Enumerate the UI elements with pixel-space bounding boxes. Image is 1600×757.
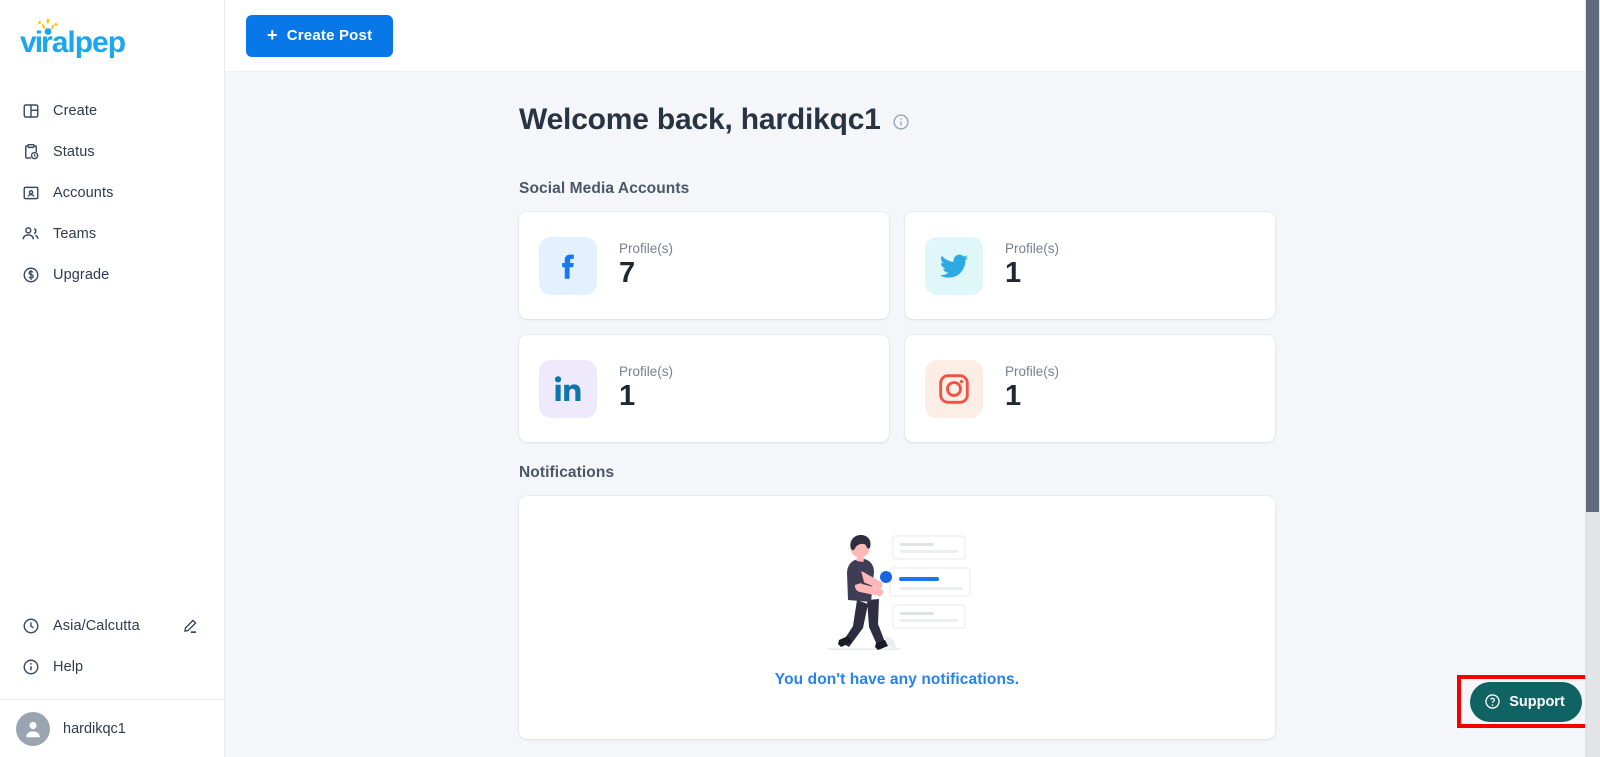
page-scrollbar-track[interactable] xyxy=(1585,0,1600,757)
notifications-section: Notifications You don't have any notific… xyxy=(519,464,1275,739)
account-profiles-count: 1 xyxy=(1005,256,1022,289)
sidebar-item-status[interactable]: Status xyxy=(0,131,224,172)
account-profiles-count: 7 xyxy=(619,256,636,289)
support-button[interactable]: Support xyxy=(1470,681,1582,722)
account-card-twitter[interactable]: Profile(s) 1 xyxy=(905,212,1275,319)
sidebar-user-profile[interactable]: hardikqc1 xyxy=(0,699,224,757)
sidebar-item-label: Accounts xyxy=(53,184,114,201)
layout-panels-icon xyxy=(21,101,40,120)
sidebar-item-create[interactable]: Create xyxy=(0,90,224,131)
account-profiles-count: 1 xyxy=(1005,379,1022,412)
sidebar: viralpep Create Status Accounts Teams Up… xyxy=(0,0,225,757)
dollar-circle-icon xyxy=(21,265,40,284)
sidebar-item-label: Upgrade xyxy=(53,266,110,283)
account-profiles-label: Profile(s) xyxy=(1005,240,1060,256)
page-title: Welcome back, hardikqc1 xyxy=(519,103,881,136)
svg-text:viralpep: viralpep xyxy=(20,26,126,59)
linkedin-icon xyxy=(539,359,597,418)
question-circle-icon xyxy=(1484,693,1501,710)
info-circle-icon[interactable] xyxy=(892,113,910,131)
help-label: Help xyxy=(53,658,84,675)
account-card-facebook[interactable]: Profile(s) 7 xyxy=(519,212,889,319)
support-highlight-box: Support xyxy=(1457,675,1595,728)
sidebar-item-upgrade[interactable]: Upgrade xyxy=(0,254,224,295)
sidebar-item-help[interactable]: Help xyxy=(0,646,224,687)
support-label: Support xyxy=(1509,693,1565,710)
sidebar-item-accounts[interactable]: Accounts xyxy=(0,172,224,213)
facebook-icon xyxy=(539,236,597,295)
notifications-card: You don't have any notifications. xyxy=(519,496,1275,739)
info-circle-icon xyxy=(21,657,40,676)
notifications-empty-message: You don't have any notifications. xyxy=(774,671,1020,688)
account-card-linkedin[interactable]: Profile(s) 1 xyxy=(519,335,889,442)
clock-icon xyxy=(21,616,40,635)
account-card-instagram[interactable]: Profile(s) 1 xyxy=(905,335,1275,442)
welcome-row: Welcome back, hardikqc1 xyxy=(519,103,1275,137)
sidebar-item-label: Create xyxy=(53,102,98,119)
people-icon xyxy=(21,224,40,243)
sidebar-item-label: Teams xyxy=(53,225,97,242)
person-walking-notifications-illustration xyxy=(797,518,997,663)
sidebar-item-label: Status xyxy=(53,143,95,160)
plus-icon: + xyxy=(267,25,278,45)
user-name-label: hardikqc1 xyxy=(63,720,126,737)
viralpep-logo-icon: viralpep xyxy=(20,18,127,59)
timezone-label: Asia/Calcutta xyxy=(53,617,140,634)
pencil-edit-icon[interactable] xyxy=(182,618,198,634)
page-scrollbar-thumb[interactable] xyxy=(1586,0,1599,512)
social-accounts-grid: Profile(s) 7 Profile(s) 1 Profile(s) 1 P… xyxy=(519,212,1275,442)
create-post-label: Create Post xyxy=(286,27,373,44)
app-root: viralpep Create Status Accounts Teams Up… xyxy=(0,0,1600,757)
sidebar-nav: Create Status Accounts Teams Upgrade xyxy=(0,90,224,295)
topbar: + Create Post xyxy=(225,0,1600,72)
instagram-icon xyxy=(925,359,983,418)
social-accounts-section-title: Social Media Accounts xyxy=(519,180,690,197)
sidebar-item-timezone[interactable]: Asia/Calcutta xyxy=(0,605,224,646)
dashboard-content: Welcome back, hardikqc1 Social Media Acc… xyxy=(225,72,1600,757)
user-avatar-icon xyxy=(16,711,50,746)
create-post-button[interactable]: + Create Post xyxy=(246,14,394,57)
account-profiles-label: Profile(s) xyxy=(1005,363,1060,379)
brand-logo[interactable]: viralpep xyxy=(0,0,224,72)
notifications-section-title: Notifications xyxy=(519,464,615,481)
account-profiles-label: Profile(s) xyxy=(619,240,674,256)
contact-card-icon xyxy=(21,183,40,202)
account-profiles-count: 1 xyxy=(619,379,636,412)
sidebar-item-teams[interactable]: Teams xyxy=(0,213,224,254)
clipboard-clock-icon xyxy=(21,142,40,161)
twitter-icon xyxy=(925,236,983,295)
account-profiles-label: Profile(s) xyxy=(619,363,674,379)
main-area: + Create Post Welcome back, hardikqc1 So… xyxy=(225,0,1600,757)
sidebar-bottom-group: Asia/Calcutta Help hardikqc1 xyxy=(0,605,224,757)
